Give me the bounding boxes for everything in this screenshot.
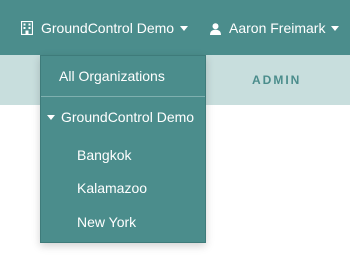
menu-item-all-organizations[interactable]: All Organizations (59, 68, 165, 84)
org-switcher[interactable]: GroundControl Demo (20, 0, 189, 55)
current-org-label: GroundControl Demo (61, 109, 195, 125)
menu-item-kalamazoo[interactable]: Kalamazoo (77, 180, 147, 196)
org-switcher-label: GroundControl Demo (41, 19, 175, 36)
user-menu-label: Aaron Freimark (229, 19, 326, 36)
tab-admin[interactable]: ADMIN (252, 55, 301, 105)
caret-down-icon (47, 114, 55, 120)
caret-down-icon (180, 26, 189, 31)
menu-item-bangkok[interactable]: Bangkok (77, 147, 131, 163)
caret-down-icon (331, 26, 340, 31)
user-icon (210, 22, 221, 35)
org-dropdown-menu: All Organizations GroundControl Demo Ban… (40, 55, 206, 243)
menu-divider (41, 96, 205, 97)
building-icon (20, 20, 34, 35)
menu-item-current-org[interactable]: GroundControl Demo (47, 109, 194, 125)
user-menu[interactable]: Aaron Freimark (210, 0, 340, 55)
menu-item-new-york[interactable]: New York (77, 214, 136, 230)
